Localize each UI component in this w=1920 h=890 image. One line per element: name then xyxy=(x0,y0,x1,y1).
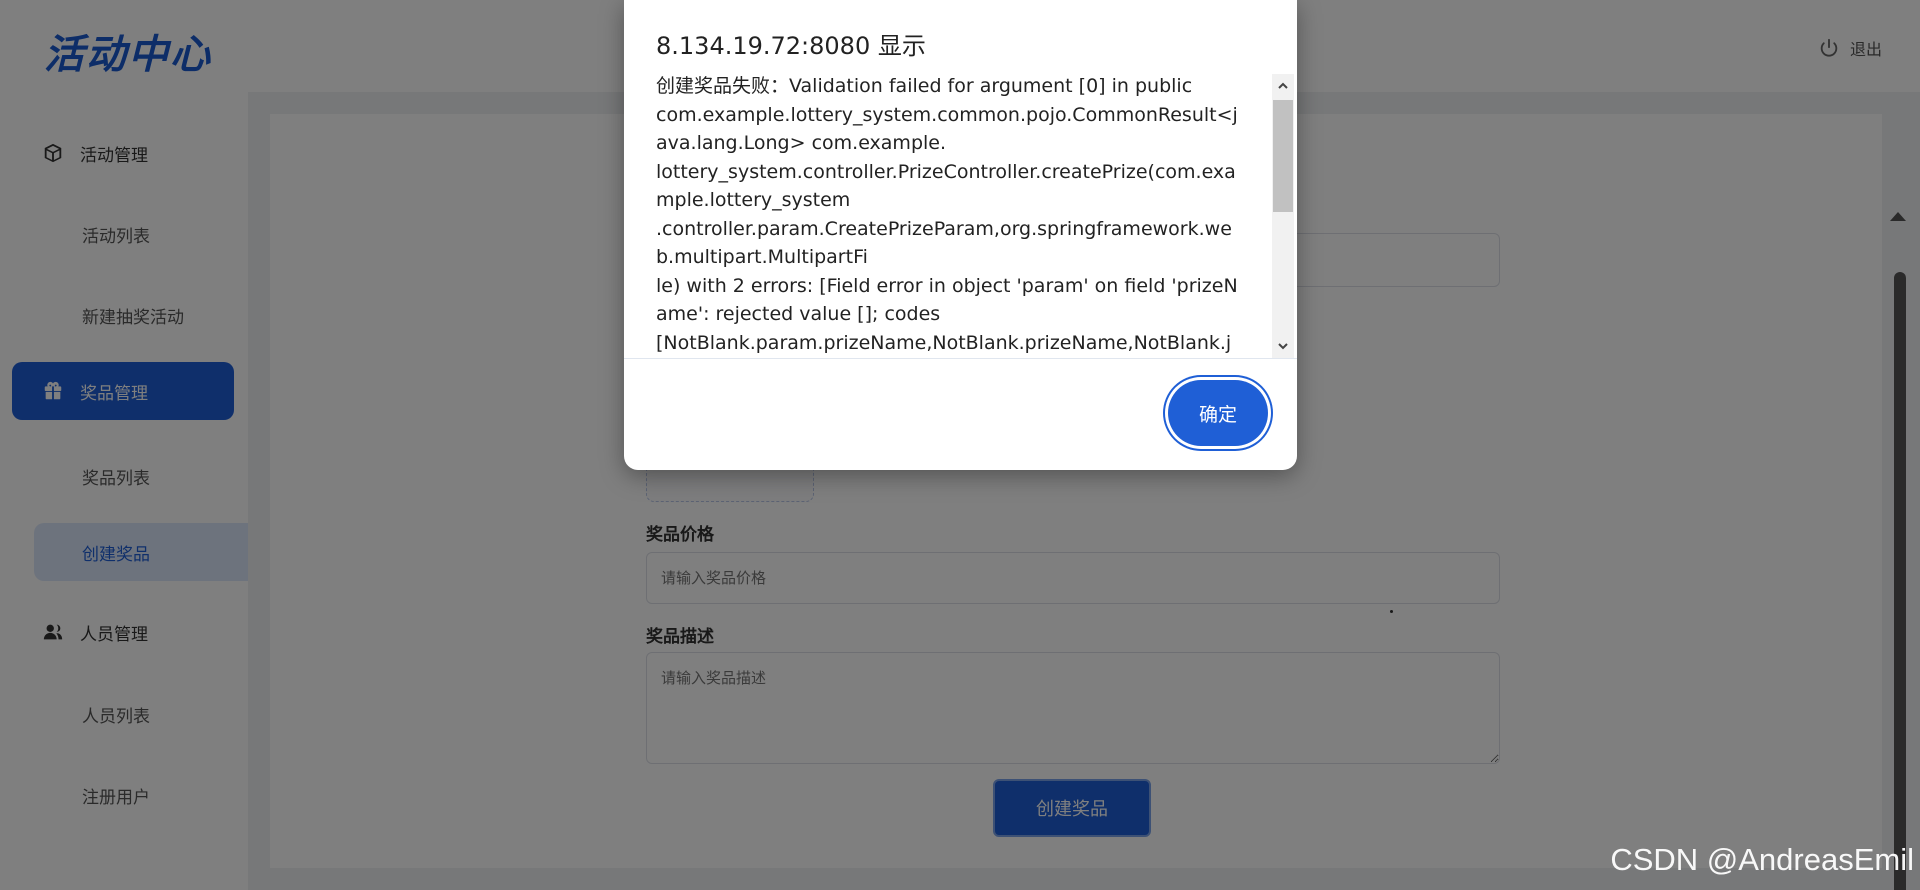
scrollbar-thumb[interactable] xyxy=(1273,100,1293,212)
dialog-message: 创建奖品失败：Validation failed for argument [0… xyxy=(656,75,1238,354)
scroll-down-icon[interactable] xyxy=(1277,340,1289,352)
dialog-title: 8.134.19.72:8080 显示 xyxy=(656,32,926,60)
dialog-scrollbar[interactable] xyxy=(1272,74,1294,358)
ok-button[interactable]: 确定 xyxy=(1168,380,1268,446)
scroll-up-icon[interactable] xyxy=(1277,80,1289,92)
alert-dialog: 8.134.19.72:8080 显示 创建奖品失败：Validation fa… xyxy=(624,0,1297,470)
watermark: CSDN @AndreasEmil xyxy=(1610,842,1914,877)
dialog-divider xyxy=(624,358,1297,359)
